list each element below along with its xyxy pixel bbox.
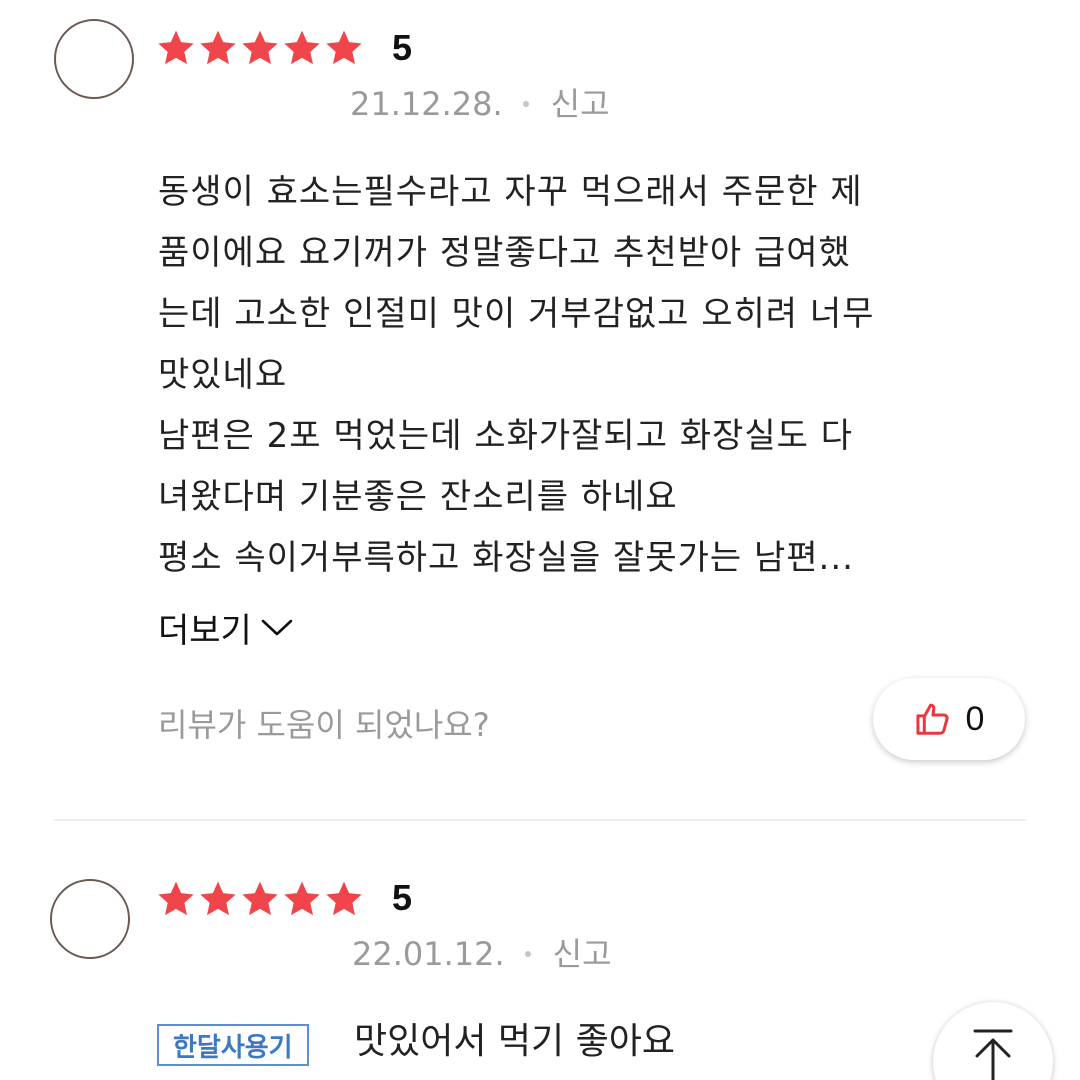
star-icon — [158, 30, 194, 65]
review-date: 21.12.28. — [350, 85, 503, 123]
rating-score: 5 — [392, 877, 413, 918]
like-count: 0 — [965, 699, 985, 738]
review-text: 동생이 효소는필수라고 자꾸 먹으래서 주문한 제 품이에요 요기꺼가 정말좋다… — [158, 172, 875, 578]
review-divider — [54, 819, 1026, 821]
thumbs-up-icon — [915, 703, 949, 735]
scroll-top-button[interactable] — [933, 1002, 1053, 1080]
review-date: 22.01.12. — [352, 935, 505, 973]
helpful-question: 리뷰가 도움이 되었나요? — [158, 706, 490, 744]
more-label: 더보기 — [158, 611, 252, 651]
separator-dot — [522, 101, 529, 107]
star-icon — [200, 30, 236, 65]
arrow-up-icon — [973, 1029, 1013, 1080]
star-icon — [242, 881, 278, 916]
star-icon — [326, 30, 362, 65]
review-text: 맛있어서 먹기 좋아요 — [354, 1021, 675, 1062]
chevron-down-icon — [261, 619, 293, 635]
report-link[interactable]: 신고 — [553, 934, 612, 974]
review-meta: 21.12.28. 신고 — [350, 84, 610, 124]
review-list: 5 21.12.28. 신고 동생이 효소는필수라고 자꾸 먹으래서 주문한 제… — [0, 0, 1080, 1080]
star-icon — [158, 881, 194, 916]
rating-score: 5 — [392, 27, 413, 68]
star-rating — [156, 28, 364, 68]
star-icon — [284, 30, 320, 65]
report-link[interactable]: 신고 — [551, 84, 610, 124]
avatar — [50, 879, 130, 959]
review-tag: 한달사용기 — [157, 1024, 309, 1066]
star-rating — [156, 879, 364, 919]
review-meta: 22.01.12. 신고 — [352, 934, 612, 974]
star-icon — [284, 881, 320, 916]
separator-dot — [524, 951, 531, 957]
like-button[interactable]: 0 — [873, 678, 1025, 760]
star-icon — [200, 881, 236, 916]
star-icon — [242, 30, 278, 65]
avatar — [54, 19, 134, 99]
more-button[interactable]: 더보기 — [158, 603, 294, 652]
star-icon — [326, 881, 362, 916]
